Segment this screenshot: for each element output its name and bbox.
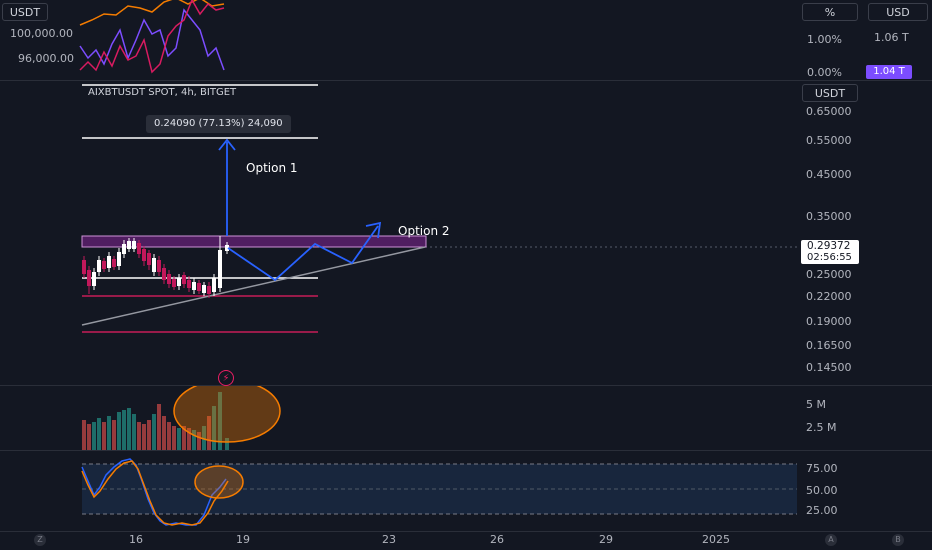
stochastic-chart [81, 458, 797, 526]
price-chart [81, 84, 800, 333]
option2-label: Option 2 [398, 224, 450, 238]
option1-label: Option 1 [246, 161, 298, 175]
stoch-highlight-circle [194, 465, 244, 499]
main-price-pane[interactable]: AIXBTUSDT SPOT, 4h, BITGET 0.24090 (77.1… [0, 0, 932, 385]
price-tick-019: 0.19000 [806, 315, 852, 328]
stoch-tick-75: 75.00 [806, 462, 838, 475]
price-tick-025: 0.25000 [806, 268, 852, 281]
volume-chart [82, 386, 281, 450]
price-tick-055: 0.55000 [806, 134, 852, 147]
option2-path [227, 225, 379, 282]
time-label-29: 29 [599, 533, 613, 546]
timezone-icon[interactable]: Z [34, 534, 46, 546]
price-tick-0165: 0.16500 [806, 339, 852, 352]
stoch-tick-50: 50.00 [806, 484, 838, 497]
symbol-info[interactable]: AIXBTUSDT SPOT, 4h, BITGET [88, 87, 236, 98]
lightning-icon[interactable]: ⚡ [218, 370, 234, 386]
b-scale-icon[interactable]: B [892, 534, 904, 546]
measure-label: 0.24090 (77.13%) 24,090 [146, 115, 291, 133]
price-tick-065: 0.65000 [806, 105, 852, 118]
candle-countdown: 02:56:55 [807, 252, 852, 263]
volume-pane: ⚡ 5 M 2.5 M [0, 370, 932, 450]
volume-tick-5m: 5 M [806, 398, 826, 411]
ascending-trendline [81, 246, 426, 326]
volume-tick-25m: 2.5 M [806, 421, 837, 434]
time-label-23: 23 [382, 533, 396, 546]
volume-highlight-circle [173, 386, 281, 443]
current-price-value: 0.29372 [807, 240, 851, 252]
main-currency-chip[interactable]: USDT [802, 84, 858, 102]
time-label-16: 16 [129, 533, 143, 546]
stoch-tick-25: 25.00 [806, 504, 838, 517]
time-label-19: 19 [236, 533, 250, 546]
time-label-26: 26 [490, 533, 504, 546]
price-tick-035: 0.35000 [806, 210, 852, 223]
price-tick-022: 0.22000 [806, 290, 852, 303]
current-price-tag: 0.29372 02:56:55 [801, 240, 859, 264]
stochastic-pane: 75.00 50.00 25.00 [0, 451, 932, 531]
price-tick-0145: 0.14500 [806, 361, 852, 374]
price-tick-045: 0.45000 [806, 168, 852, 181]
auto-scale-icon[interactable]: A [825, 534, 837, 546]
time-label-2025: 2025 [702, 533, 730, 546]
